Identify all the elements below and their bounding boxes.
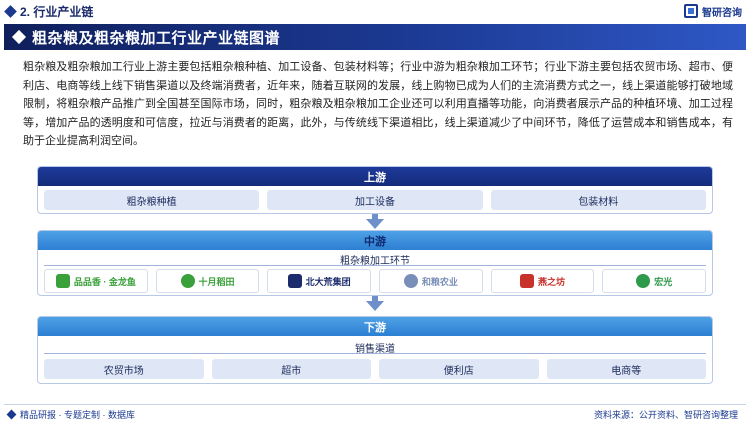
company-logo: 宏光 (602, 269, 707, 293)
section-title: 2. 行业产业链 (20, 4, 94, 19)
title-banner: 粗杂粮及粗杂粮加工行业产业链图谱 (4, 24, 746, 50)
midstream-header: 中游 (38, 231, 712, 250)
company-logo: 十月稻田 (155, 269, 260, 293)
logo-mark-icon (180, 274, 195, 288)
logo-mark-icon (55, 274, 70, 288)
upstream-panel: 上游 粗杂粮种植 加工设备 包装材料 (37, 166, 713, 214)
downstream-item: 农贸市场 (44, 359, 204, 379)
top-bar: 2. 行业产业链 智研咨询 (0, 0, 750, 22)
intro-paragraph: 粗杂粮及粗杂粮加工行业上游主要包括粗杂粮种植、加工设备、包装材料等；行业中游为粗… (23, 61, 733, 147)
upstream-item: 粗杂粮种植 (44, 190, 260, 210)
down-arrow-icon (366, 219, 384, 229)
company-logo: 品品香 · 金龙鱼 (44, 269, 148, 293)
logo-mark-icon (520, 274, 535, 288)
diamond-icon (4, 4, 17, 18)
brand: 智研咨询 (684, 3, 742, 19)
company-name: 宏光 (654, 276, 673, 287)
upstream-items: 粗杂粮种植 加工设备 包装材料 (44, 190, 706, 210)
downstream-item: 电商等 (546, 359, 706, 379)
upstream-header: 上游 (38, 167, 712, 186)
downstream-header: 下游 (38, 317, 712, 336)
company-name: 燕之坊 (538, 276, 566, 287)
company-name: 北大荒集团 (305, 276, 351, 287)
midstream-panel: 中游 粗杂粮加工环节 品品香 · 金龙鱼 十月稻田 北大荒集团 和粮农业 燕之坊… (37, 230, 713, 296)
downstream-panel: 下游 销售渠道 农贸市场 超市 便利店 电商等 (37, 316, 713, 384)
company-logo: 燕之坊 (490, 269, 595, 293)
down-arrow-icon (366, 301, 384, 311)
company-name: 和粮农业 (421, 276, 458, 287)
footer-divider (4, 404, 746, 405)
diamond-icon (11, 29, 27, 45)
diamond-icon (6, 409, 17, 419)
footer-left: 精品研报 · 专题定制 · 数据库 (6, 407, 135, 421)
section-label: 2. 行业产业链 (4, 3, 94, 19)
downstream-item: 超市 (211, 359, 371, 379)
company-name: 品品香 · 金龙鱼 (73, 276, 136, 287)
company-logos: 品品香 · 金龙鱼 十月稻田 北大荒集团 和粮农业 燕之坊 宏光 (44, 269, 707, 293)
footer-tagline: 精品研报 · 专题定制 · 数据库 (20, 409, 135, 420)
logo-mark-icon (287, 274, 302, 288)
downstream-item: 便利店 (379, 359, 539, 379)
brand-name: 智研咨询 (702, 7, 742, 19)
page-title: 粗杂粮及粗杂粮加工行业产业链图谱 (32, 29, 281, 47)
company-logo: 北大荒集团 (267, 269, 372, 293)
downstream-items: 农贸市场 超市 便利店 电商等 (44, 359, 706, 379)
brand-logo-icon (684, 4, 698, 18)
footer-source: 资料来源：公开资料、智研咨询整理 (593, 410, 738, 420)
upstream-item: 加工设备 (267, 190, 483, 210)
divider (44, 353, 706, 354)
company-name: 十月稻田 (198, 276, 235, 287)
divider (44, 265, 706, 266)
logo-mark-icon (636, 274, 651, 288)
company-logo: 和粮农业 (379, 269, 483, 293)
upstream-item: 包装材料 (490, 190, 706, 210)
logo-mark-icon (403, 274, 418, 288)
